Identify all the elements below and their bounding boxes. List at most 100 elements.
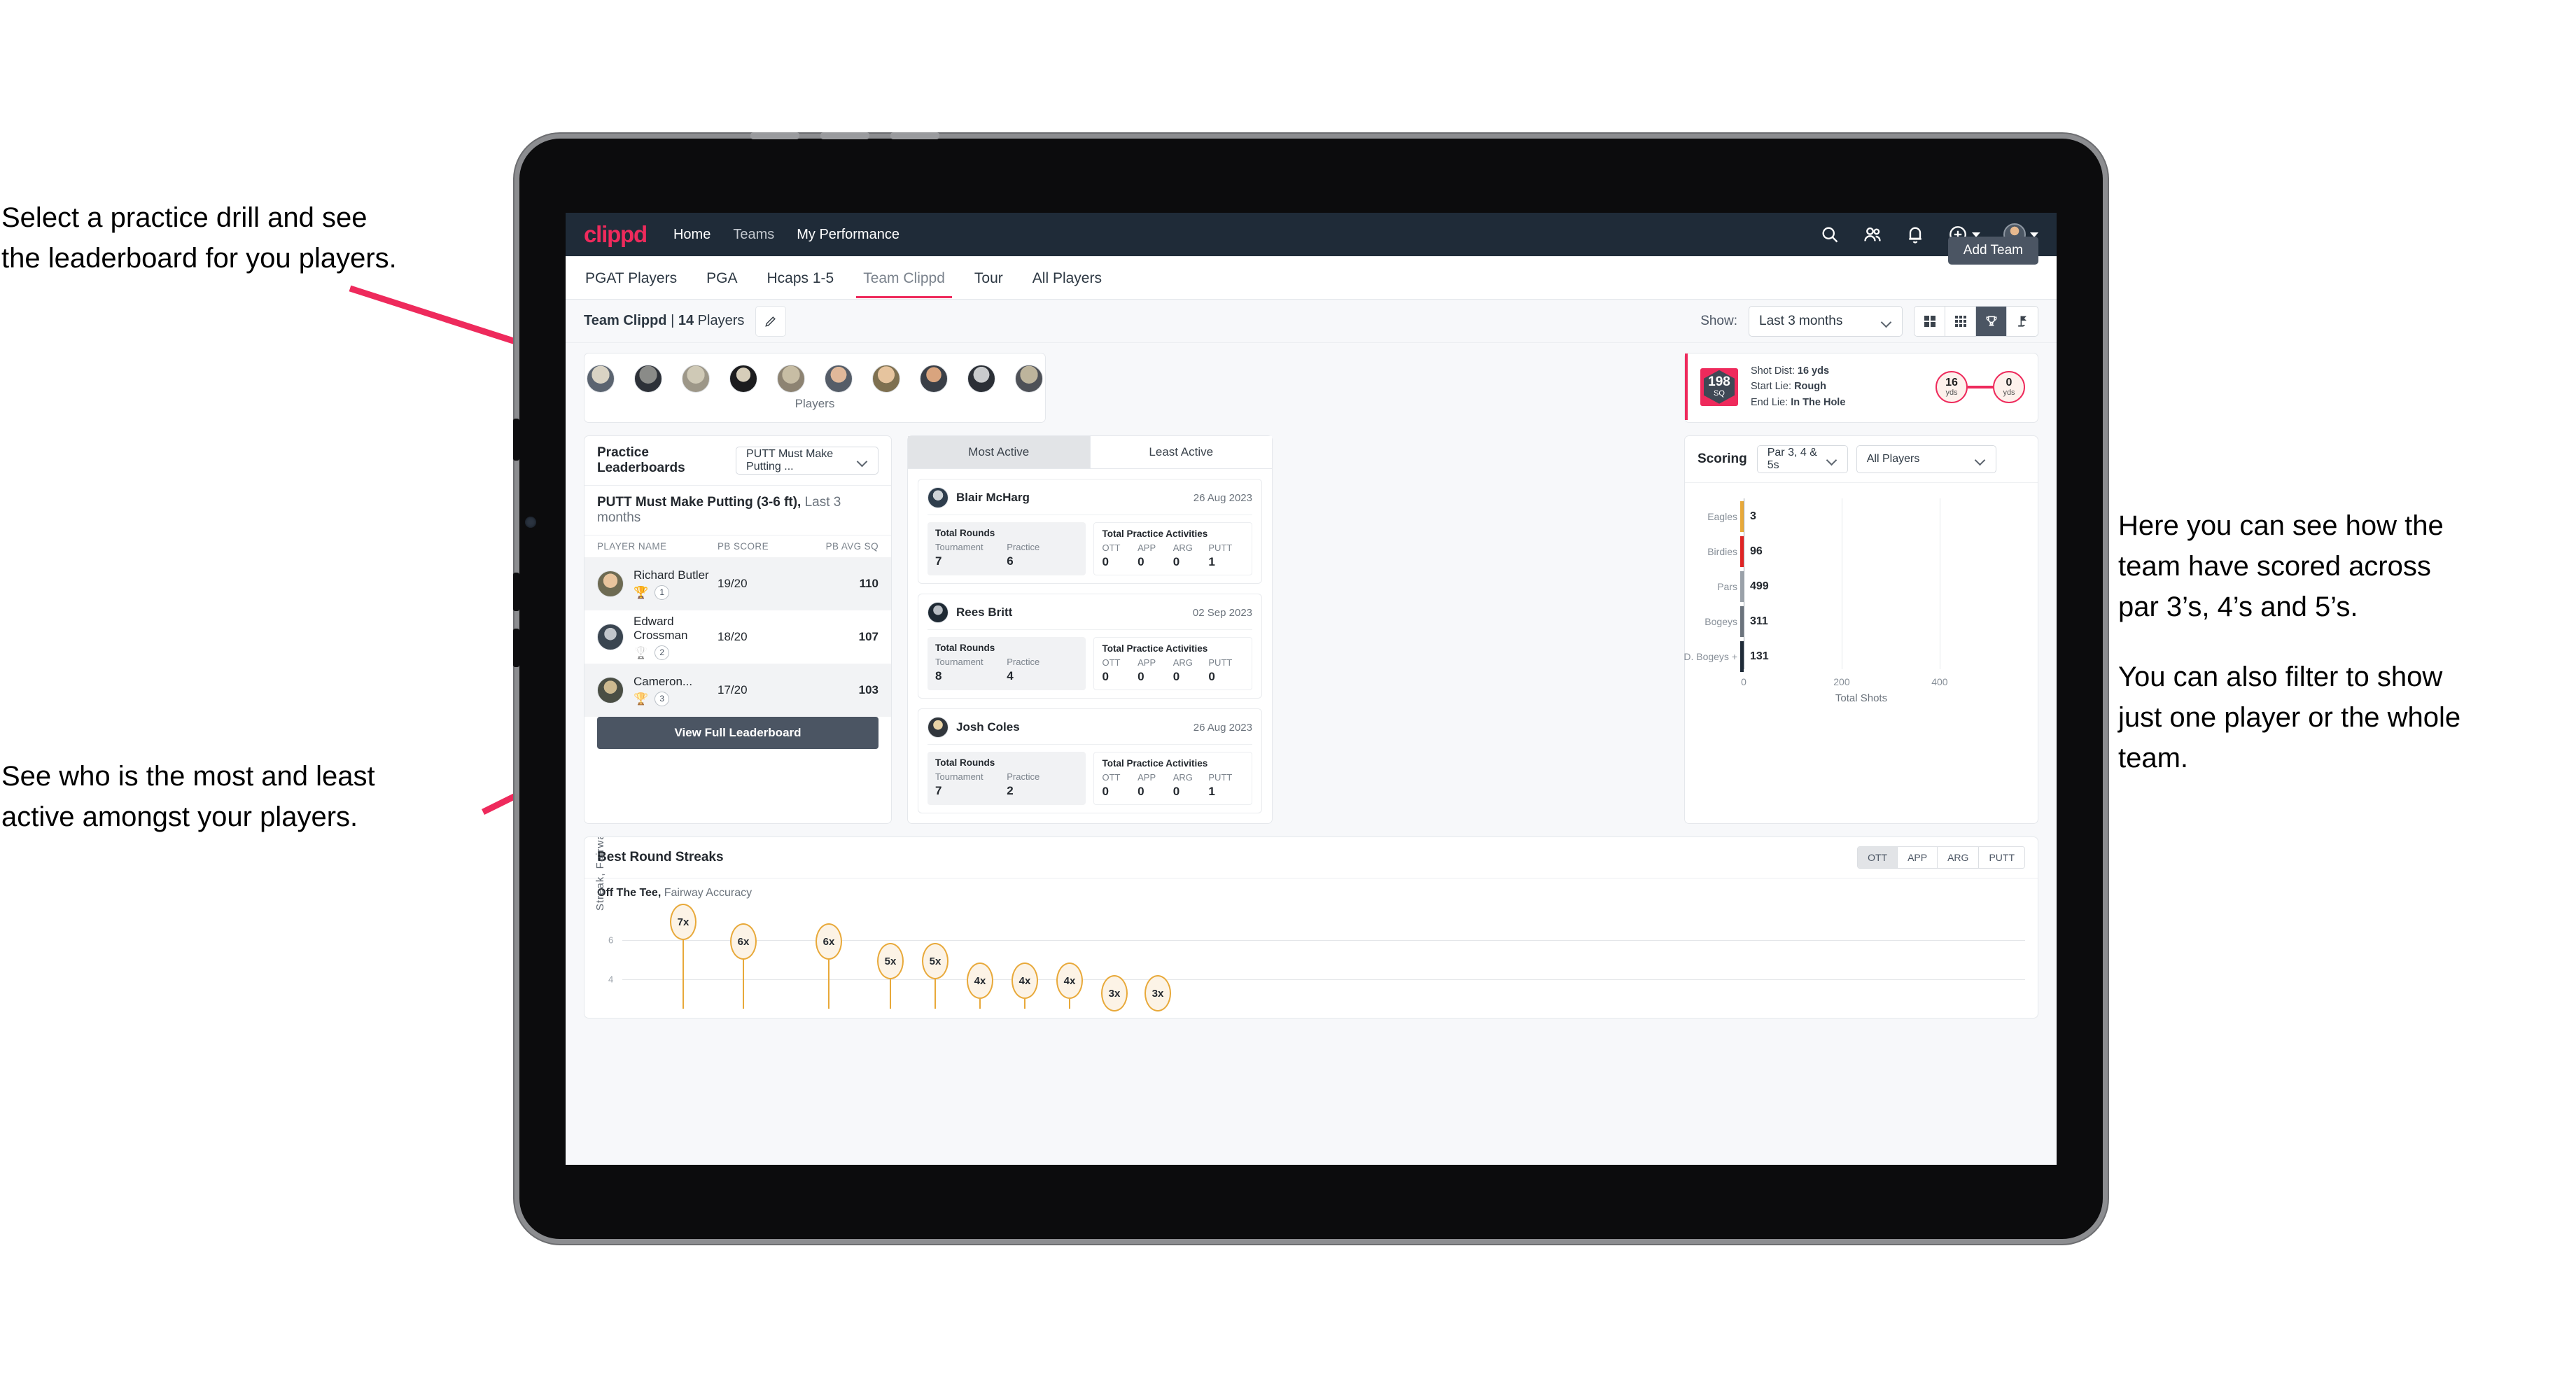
shot-detail-line: Shot Dist: 16 yds	[1751, 363, 1845, 379]
edit-team-button[interactable]	[755, 305, 787, 337]
value-putt: 1	[1208, 555, 1215, 568]
key-ott: OTT	[1102, 542, 1121, 553]
tab-hcaps-1-5[interactable]: Hcaps 1-5	[765, 258, 835, 298]
key-practice: Practice	[1007, 657, 1040, 667]
activity-list: Blair McHarg 26 Aug 2023 Total Rounds To…	[908, 469, 1272, 823]
nav-link-home[interactable]: Home	[673, 227, 710, 243]
shot-detail-lines: Shot Dist: 16 yds Start Lie: Rough End L…	[1751, 363, 1845, 410]
list-item[interactable]: Blair McHarg 26 Aug 2023 Total Rounds To…	[918, 479, 1262, 584]
table-row[interactable]: Richard Butler 🏆 1 19/20 110	[584, 557, 891, 610]
lollipop-stem: 6x	[816, 923, 842, 1009]
tab-most-active[interactable]: Most Active	[908, 436, 1091, 468]
nav-link-teams[interactable]: Teams	[733, 227, 774, 243]
player-avatar[interactable]	[634, 365, 662, 393]
tab-least-active[interactable]: Least Active	[1090, 436, 1272, 468]
activity-date: 02 Sep 2023	[1192, 606, 1252, 619]
player-name: Blair McHarg	[956, 491, 1030, 504]
column-pb-score: PB SCORE	[718, 541, 769, 552]
leaderboard-columns: PLAYER NAME PB SCORE PB AVG SQ	[584, 536, 891, 557]
add-team-button[interactable]: Add Team	[1947, 237, 2038, 265]
key-putt: PUTT	[1208, 542, 1233, 553]
player-name: Josh Coles	[956, 720, 1020, 734]
player-avatar[interactable]	[967, 365, 995, 393]
segment-arg[interactable]: ARG	[1938, 847, 1980, 868]
show-label: Show:	[1700, 313, 1737, 328]
leaderboard-drill-name: PUTT Must Make Putting (3-6 ft),	[597, 495, 802, 510]
clippd-logo[interactable]: clippd	[584, 221, 648, 248]
bell-icon[interactable]	[1905, 225, 1925, 244]
annotation-line: the leaderboard for you players.	[1, 243, 397, 274]
player-avatar[interactable]	[920, 365, 948, 393]
table-row[interactable]: Cameron... 🏆 3 17/20 103	[584, 664, 891, 717]
leaderboard-player: Cameron... 🏆 3	[634, 675, 718, 706]
key-arg: ARG	[1172, 657, 1193, 668]
segment-app[interactable]: APP	[1898, 847, 1938, 868]
player-avatar[interactable]	[1015, 365, 1043, 393]
tab-tour[interactable]: Tour	[973, 258, 1004, 298]
drill-select[interactable]: PUTT Must Make Putting ...	[736, 447, 878, 475]
activity-header: Rees Britt 02 Sep 2023	[927, 602, 1252, 630]
key-app: APP	[1138, 542, 1156, 553]
grid-large-icon-button[interactable]	[1914, 306, 1945, 336]
pb-score: 17/20	[718, 683, 748, 696]
streaks-segment-group: OTT APP ARG PUTT	[1857, 846, 2025, 869]
player-name: Edward Crossman	[634, 614, 688, 642]
shot-distance-diagram: 16 yds 0 yds	[1935, 370, 2025, 403]
rank-group: 🏆 3	[634, 691, 718, 706]
player-filter-value: All Players	[1866, 453, 1920, 465]
list-item[interactable]: Rees Britt 02 Sep 2023 Total Rounds Tour…	[918, 594, 1262, 699]
list-item[interactable]: Josh Coles 26 Aug 2023 Total Rounds Tour…	[918, 708, 1262, 813]
tab-pga[interactable]: PGA	[705, 258, 738, 298]
tab-pgat-players[interactable]: PGAT Players	[584, 258, 678, 298]
bar-group: 96	[1740, 536, 1763, 567]
best-round-streaks-card: Best Round Streaks OTT APP ARG PUTT Off …	[584, 836, 2038, 1018]
activity-date: 26 Aug 2023	[1193, 721, 1252, 734]
player-avatar[interactable]	[825, 365, 853, 393]
people-icon[interactable]	[1863, 225, 1882, 244]
total-rounds-box: Total Rounds Tournament 7 Practice 6	[927, 522, 1086, 575]
key-ott: OTT	[1102, 657, 1121, 668]
player-avatar[interactable]	[777, 365, 805, 393]
activity-body: Total Rounds Tournament 7 Practice 6 Total…	[927, 522, 1252, 575]
avatar	[927, 602, 948, 623]
par-filter-select[interactable]: Par 3, 4 & 5s	[1756, 445, 1848, 473]
grid-small-icon-button[interactable]	[1945, 306, 1976, 336]
date-range-select[interactable]: Last 3 months	[1749, 305, 1903, 337]
annotation-line: just one player or the whole	[2118, 702, 2461, 733]
start-distance-unit: yds	[1945, 388, 1958, 397]
tablet-top-button	[750, 132, 799, 139]
segment-putt[interactable]: PUTT	[1979, 847, 2024, 868]
leaderboard-player: Richard Butler 🏆 1	[634, 568, 718, 600]
pb-score: 18/20	[718, 630, 748, 643]
streaks-subtitle: Off The Tee, Fairway Accuracy	[584, 878, 2038, 899]
segment-ott[interactable]: OTT	[1858, 847, 1898, 868]
tab-team-clippd[interactable]: Team Clippd	[856, 258, 952, 298]
par-filter-value: Par 3, 4 & 5s	[1767, 447, 1817, 471]
value-app: 0	[1138, 785, 1144, 798]
tab-all-players[interactable]: All Players	[1031, 258, 1103, 298]
player-name: Richard Butler	[634, 568, 709, 582]
chevron-down-icon	[858, 458, 868, 463]
players-strip-label: Players	[794, 397, 835, 410]
y-tick-4: 4	[608, 974, 614, 985]
player-avatar[interactable]	[872, 365, 900, 393]
player-name: Cameron...	[634, 674, 693, 688]
leaderboard-header: Practice Leaderboards PUTT Must Make Put…	[584, 436, 891, 486]
trophy-icon-button[interactable]	[1976, 306, 2007, 336]
player-avatar[interactable]	[587, 365, 615, 393]
tablet-camera	[525, 517, 536, 528]
team-label: Team Clippd | 14 Players	[584, 313, 744, 329]
view-full-leaderboard-button[interactable]: View Full Leaderboard	[597, 717, 878, 749]
player-avatar[interactable]	[682, 365, 710, 393]
flag-icon-button[interactable]	[2007, 306, 2038, 336]
value-ott: 0	[1102, 785, 1109, 798]
scoring-title: Scoring	[1698, 451, 1747, 466]
nav-link-my-performance[interactable]: My Performance	[797, 227, 899, 243]
player-filter-select[interactable]: All Players	[1856, 445, 1996, 473]
search-icon[interactable]	[1820, 225, 1840, 244]
key-practice: Practice	[1007, 542, 1040, 552]
player-avatar[interactable]	[729, 365, 757, 393]
table-row[interactable]: Edward Crossman 🏆 2 18/20 107	[584, 610, 891, 664]
value-tournament: 7	[935, 784, 942, 797]
total-rounds-box: Total Rounds Tournament 8 Practice 4	[927, 637, 1086, 690]
